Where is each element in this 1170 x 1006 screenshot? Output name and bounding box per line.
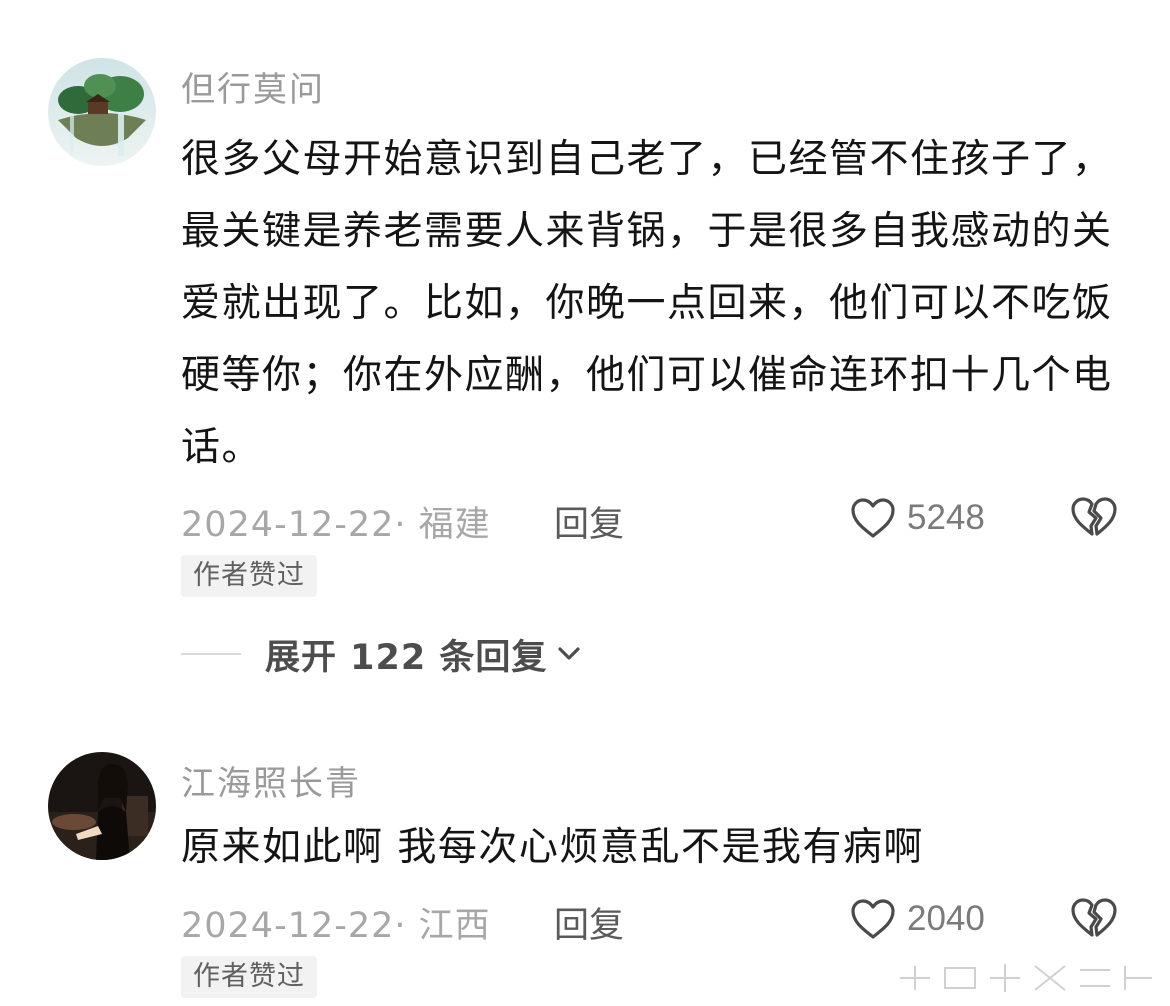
like-count: 2040 bbox=[907, 899, 985, 938]
avatar[interactable] bbox=[48, 752, 156, 860]
broken-heart-icon bbox=[1071, 497, 1117, 536]
watermark-decoration bbox=[900, 964, 1152, 992]
comment-text: 原来如此啊 我每次心烦意乱不是我有病啊 bbox=[181, 825, 924, 870]
expand-replies-button[interactable]: 展开 122 条回复 bbox=[181, 630, 583, 678]
like-button[interactable]: 5248 bbox=[849, 494, 985, 542]
date-location: 2024-12-22· 江西 bbox=[181, 906, 491, 946]
author-liked-badge: 作者赞过 bbox=[181, 555, 317, 597]
like-button[interactable]: 2040 bbox=[849, 895, 985, 943]
author-liked-badge: 作者赞过 bbox=[181, 956, 317, 998]
comment-meta: 2024-12-22· 福建 回复 5248 bbox=[181, 494, 1141, 547]
username[interactable]: 但行莫问 bbox=[181, 62, 325, 111]
heart-outline-icon bbox=[851, 498, 895, 538]
comment-text: 很多父母开始意识到自己老了，已经管不住孩子了，最关键是养老需要人来背锅，于是很多… bbox=[181, 137, 1113, 470]
date-location: 2024-12-22· 福建 bbox=[181, 505, 491, 545]
reply-button[interactable]: 回复 bbox=[554, 496, 624, 547]
avatar[interactable] bbox=[48, 58, 156, 166]
comment-list: 但行莫问 很多父母开始意识到自己老了，已经管不住孩子了，最关键是养老需要人来背锅… bbox=[0, 0, 1170, 1006]
broken-heart-icon bbox=[1071, 898, 1117, 937]
like-count: 5248 bbox=[907, 498, 985, 537]
expand-replies-label: 展开 122 条回复 bbox=[265, 637, 548, 678]
dislike-button[interactable] bbox=[1069, 494, 1119, 542]
divider bbox=[181, 653, 241, 655]
heart-outline-icon bbox=[851, 899, 895, 939]
chevron-down-icon bbox=[558, 647, 581, 660]
reply-button[interactable]: 回复 bbox=[554, 897, 624, 948]
comment-meta: 2024-12-22· 江西 回复 2040 bbox=[181, 895, 1141, 948]
dislike-button[interactable] bbox=[1069, 895, 1119, 943]
username[interactable]: 江海照长青 bbox=[181, 756, 361, 805]
